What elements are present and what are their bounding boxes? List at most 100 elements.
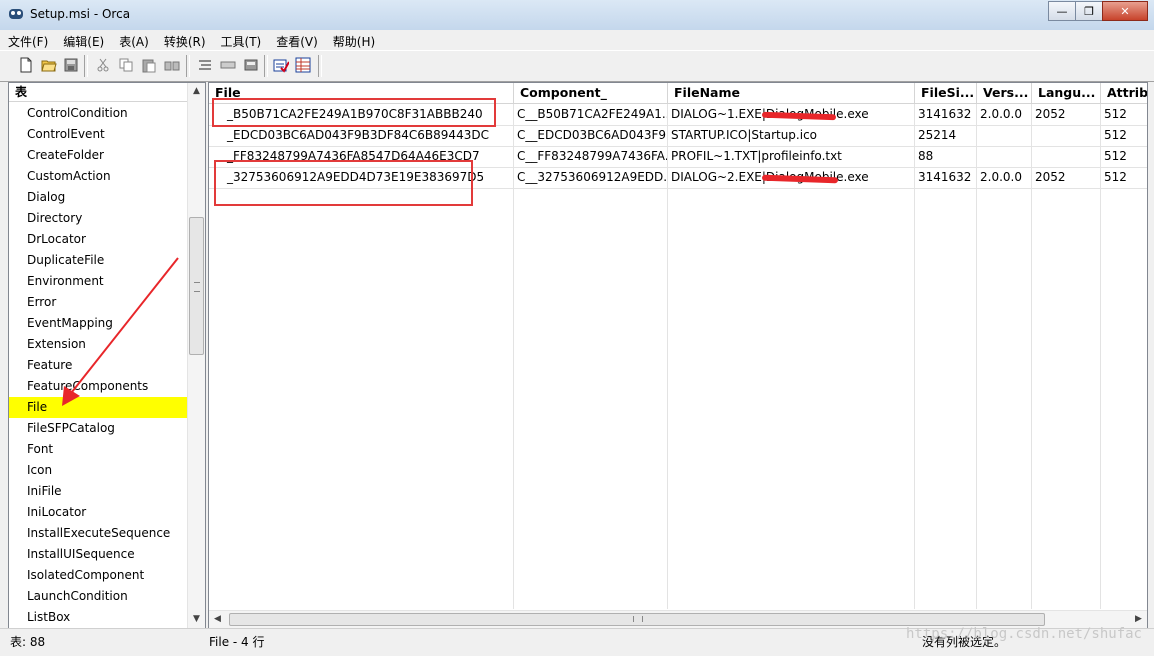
menu-tools[interactable]: 工具(T) — [213, 30, 269, 50]
table-item-featurecomponents[interactable]: FeatureComponents — [9, 376, 187, 397]
table-item-controlcondition[interactable]: ControlCondition — [9, 103, 187, 124]
table-item-icon[interactable]: Icon — [9, 460, 187, 481]
cell-filesize[interactable]: 3141632 — [915, 104, 977, 125]
column-header-filename[interactable]: FileName — [668, 83, 915, 103]
table-item-error[interactable]: Error — [9, 292, 187, 313]
table-item-font[interactable]: Font — [9, 439, 187, 460]
menu-view[interactable]: 查看(V) — [268, 30, 325, 50]
toolbar-separator — [264, 55, 268, 77]
watermark-text: https://blog.csdn.net/shufac — [905, 626, 1142, 642]
table-list-header[interactable]: 表 — [9, 83, 189, 102]
table-item-inifile[interactable]: IniFile — [9, 481, 187, 502]
table-item-extension[interactable]: Extension — [9, 334, 187, 355]
column-header-attributes[interactable]: Attribu — [1101, 83, 1147, 103]
tool3-icon[interactable] — [242, 57, 259, 73]
menu-help[interactable]: 帮助(H) — [325, 30, 382, 50]
save-icon[interactable] — [62, 57, 79, 73]
column-header-version[interactable]: Vers... — [977, 83, 1032, 103]
column-header-filesize[interactable]: FileSi... — [915, 83, 977, 103]
table-item-directory[interactable]: Directory — [9, 208, 187, 229]
table-icon[interactable] — [294, 57, 311, 73]
table-item-feature[interactable]: Feature — [9, 355, 187, 376]
cell-attributes[interactable]: 512 — [1101, 146, 1147, 167]
paste-icon[interactable] — [140, 57, 157, 73]
close-button[interactable]: ✕ — [1102, 1, 1148, 21]
cell-component[interactable]: C__FF83248799A7436FA... — [514, 146, 668, 167]
window-title: Setup.msi - Orca — [30, 7, 131, 21]
table-item-filesfpcatalog[interactable]: FileSFPCatalog — [9, 418, 187, 439]
table-item-file[interactable]: File — [9, 397, 187, 418]
cell-language[interactable]: 2052 — [1032, 104, 1101, 125]
table-item-duplicatefile[interactable]: DuplicateFile — [9, 250, 187, 271]
table-list: ControlCondition ControlEvent CreateFold… — [9, 103, 187, 628]
cell-filename[interactable]: STARTUP.ICO|Startup.ico — [668, 125, 915, 146]
cell-filesize[interactable]: 3141632 — [915, 167, 977, 188]
cut-icon[interactable] — [94, 57, 111, 73]
scroll-thumb[interactable] — [229, 613, 1045, 626]
toolbar-separator — [186, 55, 190, 77]
table-item-listbox[interactable]: ListBox — [9, 607, 187, 628]
column-header-component[interactable]: Component_ — [514, 83, 668, 103]
toolbar-separator — [318, 55, 322, 77]
annotation-highlight-box — [214, 160, 473, 206]
table-item-launchcondition[interactable]: LaunchCondition — [9, 586, 187, 607]
table-item-controlevent[interactable]: ControlEvent — [9, 124, 187, 145]
tool2-icon[interactable] — [219, 57, 236, 73]
cell-attributes[interactable]: 512 — [1101, 167, 1147, 188]
cell-component[interactable]: C__EDCD03BC6AD043F9... — [514, 125, 668, 146]
cell-attributes[interactable]: 512 — [1101, 125, 1147, 146]
data-grid-pane: File Component_ FileName FileSi... Vers.… — [208, 82, 1148, 629]
cell-version[interactable]: 2.0.0.0 — [977, 104, 1032, 125]
table-item-environment[interactable]: Environment — [9, 271, 187, 292]
annotation-highlight-box — [212, 98, 496, 127]
cell-version[interactable] — [977, 146, 1032, 167]
cell-language[interactable] — [1032, 146, 1101, 167]
column-header-language[interactable]: Langu... — [1032, 83, 1101, 103]
find-icon[interactable] — [163, 57, 180, 73]
table-list-pane: 表 ControlCondition ControlEvent CreateFo… — [8, 82, 206, 629]
table-item-dialog[interactable]: Dialog — [9, 187, 187, 208]
cell-attributes[interactable]: 512 — [1101, 104, 1147, 125]
scroll-left-icon[interactable]: ◀ — [209, 611, 226, 628]
toolbar — [0, 50, 1154, 82]
table-item-drlocator[interactable]: DrLocator — [9, 229, 187, 250]
scroll-up-icon[interactable]: ▲ — [188, 83, 205, 100]
status-table-count: 表: 88 — [10, 635, 46, 649]
cell-language[interactable] — [1032, 125, 1101, 146]
copy-icon[interactable] — [117, 57, 134, 73]
menu-tables[interactable]: 表(A) — [111, 30, 156, 50]
minimize-button[interactable]: — — [1048, 1, 1076, 21]
scroll-thumb[interactable] — [189, 217, 204, 355]
cell-filesize[interactable]: 88 — [915, 146, 977, 167]
cell-filename[interactable]: PROFIL~1.TXT|profileinfo.txt — [668, 146, 915, 167]
title-bar: Setup.msi - Orca — ❐ ✕ — [0, 0, 1154, 31]
scroll-down-icon[interactable]: ▼ — [188, 611, 205, 628]
cell-file[interactable]: _EDCD03BC6AD043F9B3DF84C6B89443DC — [224, 125, 514, 146]
tool1-icon[interactable] — [196, 57, 213, 73]
cell-component[interactable]: C__32753606912A9EDD... — [514, 167, 668, 188]
menu-bar: 文件(F) 编辑(E) 表(A) 转换(R) 工具(T) 查看(V) 帮助(H) — [0, 30, 1154, 50]
restore-button[interactable]: ❐ — [1075, 1, 1103, 21]
menu-transform[interactable]: 转换(R) — [156, 30, 213, 50]
table-item-eventmapping[interactable]: EventMapping — [9, 313, 187, 334]
table-item-isolatedcomponent[interactable]: IsolatedComponent — [9, 565, 187, 586]
table-item-inilocator[interactable]: IniLocator — [9, 502, 187, 523]
cell-version[interactable] — [977, 125, 1032, 146]
open-icon[interactable] — [40, 57, 57, 73]
menu-edit[interactable]: 编辑(E) — [55, 30, 111, 50]
table-item-createfolder[interactable]: CreateFolder — [9, 145, 187, 166]
table-row[interactable]: _EDCD03BC6AD043F9B3DF84C6B89443DC C__EDC… — [209, 125, 1147, 147]
new-icon[interactable] — [17, 57, 34, 73]
table-item-installuisequence[interactable]: InstallUISequence — [9, 544, 187, 565]
cell-filesize[interactable]: 25214 — [915, 125, 977, 146]
cell-component[interactable]: C__B50B71CA2FE249A1... — [514, 104, 668, 125]
menu-file[interactable]: 文件(F) — [0, 30, 55, 50]
orca-app-icon — [9, 9, 23, 19]
validate-icon[interactable] — [272, 57, 289, 73]
cell-language[interactable]: 2052 — [1032, 167, 1101, 188]
table-item-customaction[interactable]: CustomAction — [9, 166, 187, 187]
cell-version[interactable]: 2.0.0.0 — [977, 167, 1032, 188]
table-list-scrollbar[interactable]: ▲ ▼ — [187, 83, 205, 628]
table-item-installexecutesequence[interactable]: InstallExecuteSequence — [9, 523, 187, 544]
status-row-count: File - 4 行 — [209, 635, 265, 649]
